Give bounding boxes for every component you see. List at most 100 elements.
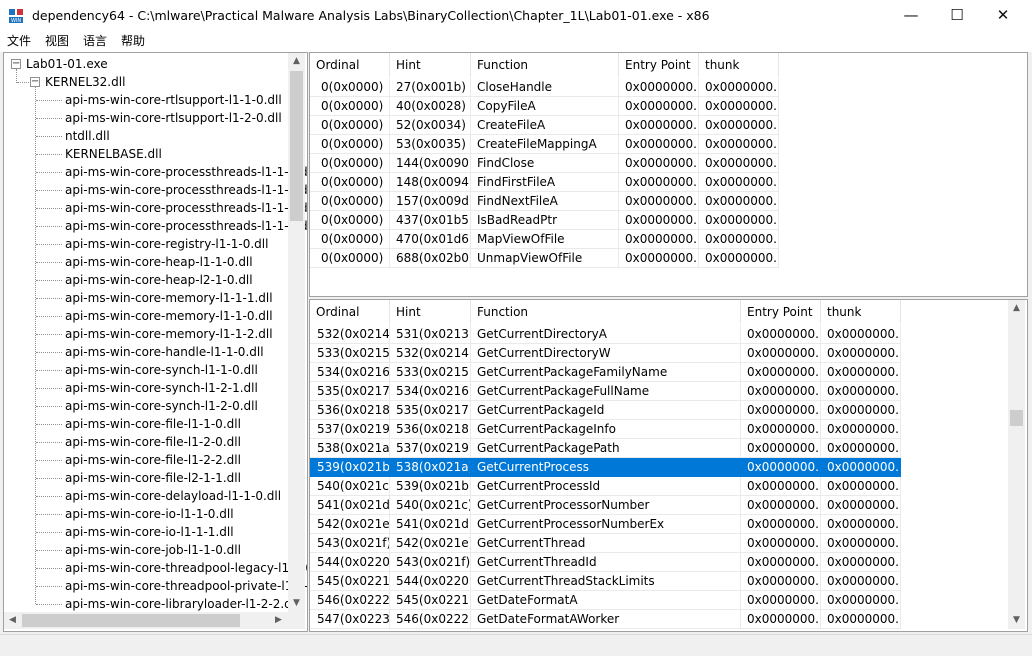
cell-function: GetDateFormatAWorker [471, 610, 741, 629]
cell-ordinal: 534(0x0216) [310, 363, 390, 382]
table-row[interactable]: 538(0x021a) 537(0x0219) GetCurrentPackageP… [310, 439, 901, 458]
tree-node-dll[interactable]: api-ms-win-core-processthreads-l1-1-2.dl… [65, 199, 307, 217]
table-row[interactable]: 536(0x0218) 535(0x0217) GetCurrentPackageI… [310, 401, 901, 420]
scroll-up-icon[interactable]: ▲ [1008, 300, 1025, 317]
cell-ordinal: 545(0x0221) [310, 572, 390, 591]
column-ordinal[interactable]: Ordinal [310, 53, 390, 77]
tree-node-dll[interactable]: api-ms-win-core-heap-l1-1-0.dll [65, 253, 253, 271]
tree-node-dll[interactable]: api-ms-win-core-libraryloader-l1-2-2.dll [65, 595, 298, 613]
table-row[interactable]: 0(0x0000) 437(0x01b5) IsBadReadPtr 0x000000… [310, 211, 779, 230]
table-row[interactable]: 534(0x0216) 533(0x0215) GetCurrentPackageF… [310, 363, 901, 382]
maximize-button[interactable]: ☐ [934, 0, 980, 31]
exports-vscroll-thumb[interactable] [1010, 410, 1023, 426]
tree-node-dll[interactable]: KERNELBASE.dll [65, 145, 162, 163]
tree-node-dll[interactable]: api-ms-win-core-synch-l1-2-0.dll [65, 397, 258, 415]
table-row[interactable]: 541(0x021d) 540(0x021c) GetCurrentProcesso… [310, 496, 901, 515]
tree-node-dll[interactable]: api-ms-win-core-processthreads-l1-1-0.dl… [65, 163, 307, 181]
column-entry-point[interactable]: Entry Point [619, 53, 699, 77]
tree-node-root[interactable]: Lab01-01.exe [26, 55, 108, 73]
tree-node-module[interactable]: KERNEL32.dll [45, 73, 125, 91]
cell-ordinal: 542(0x021e) [310, 515, 390, 534]
tree-node-dll[interactable]: api-ms-win-core-job-l1-1-0.dll [65, 541, 241, 559]
column-hint[interactable]: Hint [390, 53, 471, 77]
exports-table[interactable]: Ordinal Hint Function Entry Point thunk … [309, 299, 1028, 632]
menu-file[interactable]: 文件 [7, 31, 31, 52]
minimize-button[interactable]: — [888, 0, 934, 31]
tree-node-dll[interactable]: api-ms-win-core-io-l1-1-0.dll [65, 505, 234, 523]
table-row[interactable]: 0(0x0000) 40(0x0028) CopyFileA 0x0000000...… [310, 97, 779, 116]
table-row[interactable]: 0(0x0000) 27(0x001b) CloseHandle 0x0000000.… [310, 78, 779, 97]
tree-node-dll[interactable]: api-ms-win-core-memory-l1-1-1.dll [65, 289, 273, 307]
table-row[interactable]: 0(0x0000) 148(0x0094) FindFirstFileA 0x0000… [310, 173, 779, 192]
tree-node-dll[interactable]: api-ms-win-core-handle-l1-1-0.dll [65, 343, 264, 361]
tree-node-dll[interactable]: api-ms-win-core-file-l1-2-2.dll [65, 451, 241, 469]
close-button[interactable]: ✕ [980, 0, 1026, 31]
table-row[interactable]: 0(0x0000) 53(0x0035) CreateFileMappingA 0x0… [310, 135, 779, 154]
table-row[interactable]: 547(0x0223) 546(0x0222) GetDateFormatAWork… [310, 610, 901, 629]
table-row[interactable]: 545(0x0221) 544(0x0220) GetCurrentThreadSt… [310, 572, 901, 591]
column-thunk[interactable]: thunk [821, 300, 901, 324]
tree-node-dll[interactable]: api-ms-win-core-synch-l1-1-0.dll [65, 361, 258, 379]
table-row[interactable]: 544(0x0220) 543(0x021f) GetCurrentThreadId… [310, 553, 901, 572]
menu-view[interactable]: 视图 [45, 31, 69, 52]
table-row[interactable]: 0(0x0000) 52(0x0034) CreateFileA 0x0000000.… [310, 116, 779, 135]
tree-node-dll[interactable]: api-ms-win-core-memory-l1-1-2.dll [65, 325, 273, 343]
table-row[interactable]: 543(0x021f) 542(0x021e) GetCurrentThread 0x… [310, 534, 901, 553]
tree-node-dll[interactable]: api-ms-win-core-file-l1-1-0.dll [65, 415, 241, 433]
column-ordinal[interactable]: Ordinal [310, 300, 390, 324]
cell-function: IsBadReadPtr [471, 211, 619, 230]
tree-node-dll[interactable]: api-ms-win-core-rtlsupport-l1-1-0.dll [65, 91, 282, 109]
tree-node-dll[interactable]: api-ms-win-core-io-l1-1-1.dll [65, 523, 234, 541]
table-row[interactable]: 0(0x0000) 688(0x02b0) UnmapViewOfFile 0x000… [310, 249, 779, 268]
column-function[interactable]: Function [471, 53, 619, 77]
tree-node-dll[interactable]: ntdll.dll [65, 127, 110, 145]
scroll-up-icon[interactable]: ▲ [288, 53, 305, 70]
scroll-left-icon[interactable]: ◀ [4, 612, 21, 629]
cell-entry-point: 0x0000000... [741, 382, 821, 401]
tree-node-dll[interactable]: api-ms-win-core-file-l2-1-1.dll [65, 469, 241, 487]
tree-vertical-scrollbar[interactable]: ▲ ▼ [288, 53, 305, 612]
column-thunk[interactable]: thunk [699, 53, 779, 77]
table-row[interactable]: 0(0x0000) 144(0x0090) FindClose 0x0000000..… [310, 154, 779, 173]
scroll-down-icon[interactable]: ▼ [288, 595, 305, 612]
table-row[interactable]: 542(0x021e) 541(0x021d) GetCurrentProcesso… [310, 515, 901, 534]
tree-node-dll[interactable]: api-ms-win-core-threadpool-private-l1-1-… [65, 577, 307, 595]
cell-thunk: 0x0000000... [821, 439, 901, 458]
tree-hscroll-thumb[interactable] [22, 614, 240, 627]
collapse-icon[interactable]: − [30, 77, 40, 87]
table-row[interactable]: 0(0x0000) 470(0x01d6) MapViewOfFile 0x00000… [310, 230, 779, 249]
column-hint[interactable]: Hint [390, 300, 471, 324]
collapse-icon[interactable]: − [11, 59, 21, 69]
scroll-right-icon[interactable]: ▶ [270, 612, 287, 629]
tree-node-dll[interactable]: api-ms-win-core-registry-l1-1-0.dll [65, 235, 268, 253]
cell-entry-point: 0x0000000... [619, 97, 699, 116]
table-row[interactable]: 537(0x0219) 536(0x0218) GetCurrentPackageI… [310, 420, 901, 439]
tree-node-dll[interactable]: api-ms-win-core-heap-l2-1-0.dll [65, 271, 253, 289]
tree-node-dll[interactable]: api-ms-win-core-threadpool-legacy-l1-1-0… [65, 559, 307, 577]
tree-node-dll[interactable]: api-ms-win-core-processthreads-l1-1-1.dl… [65, 217, 307, 235]
cell-function: GetCurrentPackageInfo [471, 420, 741, 439]
tree-node-dll[interactable]: api-ms-win-core-file-l1-2-0.dll [65, 433, 241, 451]
dependency-tree[interactable]: − Lab01-01.exe − KERNEL32.dll api-ms-win-cor… [3, 52, 308, 632]
menu-help[interactable]: 帮助 [121, 31, 145, 52]
tree-horizontal-scrollbar[interactable]: ◀ ▶ [4, 612, 305, 629]
tree-node-dll[interactable]: api-ms-win-core-delayload-l1-1-0.dll [65, 487, 281, 505]
tree-node-dll[interactable]: api-ms-win-core-processthreads-l1-1-3.dl… [65, 181, 307, 199]
table-row[interactable]: 0(0x0000) 157(0x009d) FindNextFileA 0x00000… [310, 192, 779, 211]
column-entry-point[interactable]: Entry Point [741, 300, 821, 324]
imports-table[interactable]: Ordinal Hint Function Entry Point thunk … [309, 52, 1028, 297]
scroll-down-icon[interactable]: ▼ [1008, 612, 1025, 629]
tree-node-dll[interactable]: api-ms-win-core-synch-l1-2-1.dll [65, 379, 258, 397]
table-row[interactable]: 532(0x0214) 531(0x0213) GetCurrentDirector… [310, 325, 901, 344]
table-row[interactable]: 546(0x0222) 545(0x0221) GetDateFormatA 0x00… [310, 591, 901, 610]
tree-vscroll-thumb[interactable] [290, 71, 303, 221]
table-row[interactable]: 540(0x021c) 539(0x021b) GetCurrentProcessI… [310, 477, 901, 496]
column-function[interactable]: Function [471, 300, 741, 324]
table-row[interactable]: 533(0x0215) 532(0x0214) GetCurrentDirector… [310, 344, 901, 363]
exports-vertical-scrollbar[interactable]: ▲ ▼ [1008, 300, 1025, 629]
table-row[interactable]: 535(0x0217) 534(0x0216) GetCurrentPackageF… [310, 382, 901, 401]
menu-language[interactable]: 语言 [83, 31, 107, 52]
tree-node-dll[interactable]: api-ms-win-core-memory-l1-1-0.dll [65, 307, 273, 325]
table-row[interactable]: 539(0x021b) 538(0x021a) GetCurrentProcess 0… [310, 458, 901, 477]
tree-node-dll[interactable]: api-ms-win-core-rtlsupport-l1-2-0.dll [65, 109, 282, 127]
